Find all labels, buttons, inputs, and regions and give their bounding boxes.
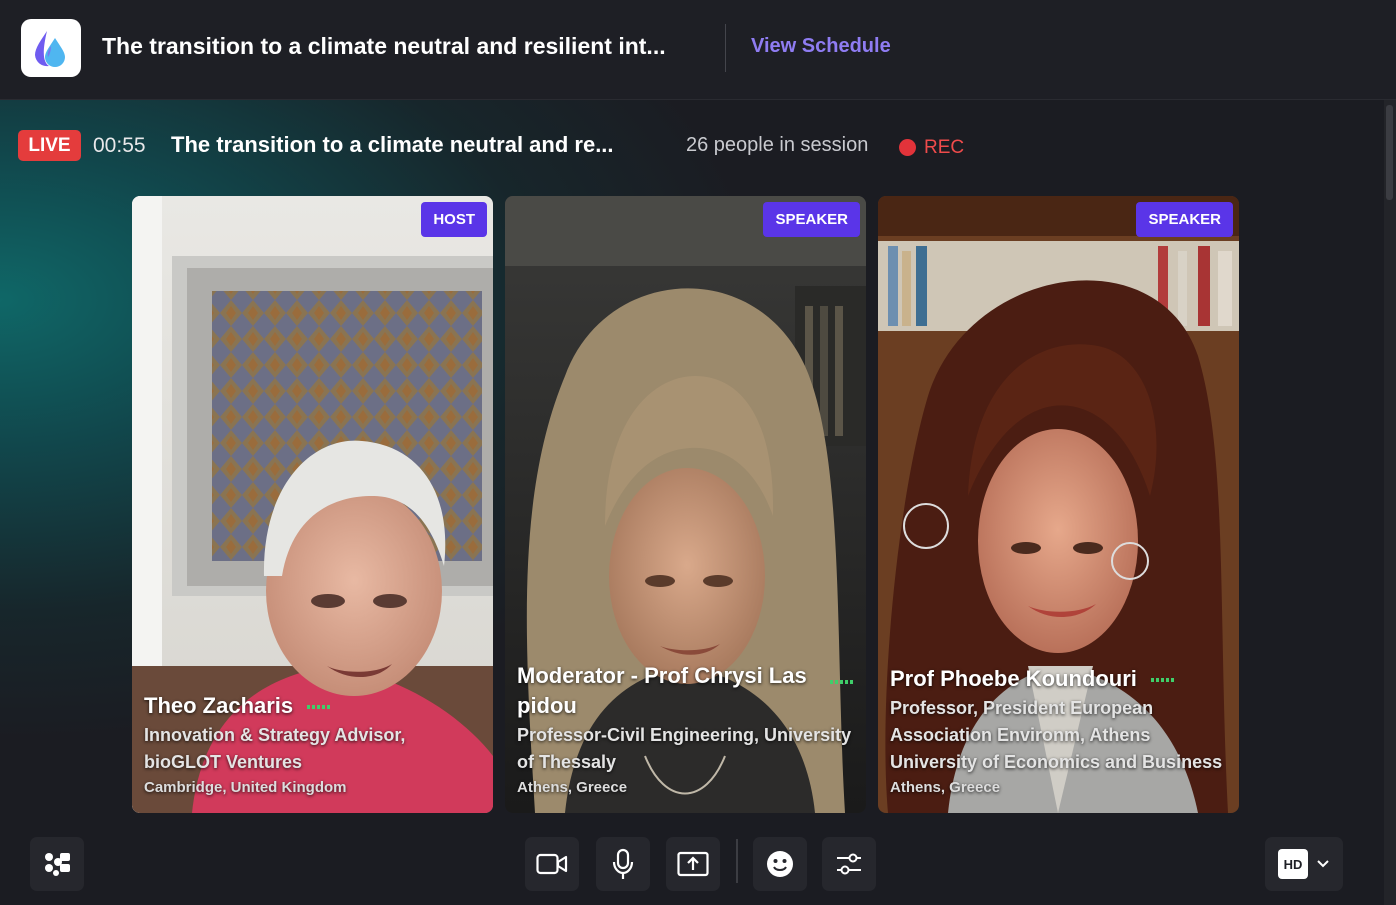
audio-level-icon: [830, 680, 853, 684]
live-badge: LIVE: [18, 130, 81, 161]
speaker-badge: SPEAKER: [763, 202, 860, 237]
scrollbar[interactable]: [1384, 100, 1396, 905]
video-tile-host[interactable]: HOST Theo Zacharis Innovation & Strategy…: [132, 196, 493, 813]
divider: [725, 24, 726, 72]
session-timer: 00:55: [93, 134, 146, 157]
participant-title: Professor, President European Associatio…: [890, 698, 1223, 772]
speaker-badge: SPEAKER: [1136, 202, 1233, 237]
people-count[interactable]: 26 people in session: [686, 134, 868, 157]
emoji-icon: [767, 851, 793, 877]
participant-name: Theo Zacharis: [144, 693, 294, 718]
participant-info: Moderator - Prof Chrysi Las pidou Profes…: [517, 661, 858, 799]
controls-divider: [736, 839, 738, 883]
host-badge: HOST: [421, 202, 487, 237]
audio-level-icon: [307, 705, 331, 710]
reactions-button[interactable]: [753, 837, 807, 891]
participant-title: Professor-Civil Engineering, University …: [517, 725, 852, 772]
event-title: The transition to a climate neutral and …: [102, 33, 666, 59]
quality-dropdown[interactable]: HD: [1265, 837, 1343, 891]
participant-name: Prof Phoebe Koundouri: [890, 666, 1137, 691]
participant-title: Innovation & Strategy Advisor, bioGLOT V…: [144, 725, 406, 772]
video-camera-icon: [536, 853, 568, 875]
share-screen-button[interactable]: [666, 837, 720, 891]
rec-label: REC: [924, 137, 965, 158]
participant-location: Cambridge, United Kingdom: [144, 779, 347, 796]
participant-name: Moderator - Prof Chrysi Las pidou: [517, 663, 807, 718]
quality-label: HD: [1278, 849, 1308, 879]
participant-info: Prof Phoebe Koundouri Professor, Preside…: [890, 664, 1231, 799]
microphone-icon: [612, 848, 634, 879]
layout-button[interactable]: [30, 837, 84, 891]
video-tile-speaker[interactable]: SPEAKER Prof Phoebe Koundouri Professor,…: [878, 196, 1239, 813]
participant-info: Theo Zacharis Innovation & Strategy Advi…: [144, 691, 485, 799]
session-title: The transition to a climate neutral and …: [171, 132, 614, 157]
microphone-button[interactable]: [596, 837, 650, 891]
app-logo[interactable]: [21, 19, 81, 77]
layout-icon: [45, 853, 70, 876]
chevron-down-icon: [1317, 860, 1329, 868]
record-dot-icon: [899, 139, 916, 156]
droplet-logo-icon: [35, 31, 65, 67]
participant-location: Athens, Greece: [517, 779, 628, 796]
settings-button[interactable]: [822, 837, 876, 891]
video-tile-speaker[interactable]: SPEAKER Moderator - Prof Chrysi Las pido…: [505, 196, 866, 813]
audio-level-icon: [1151, 678, 1175, 683]
camera-button[interactable]: [525, 837, 579, 891]
participant-location: Athens, Greece: [890, 779, 1001, 796]
top-bar: The transition to a climate neutral and …: [0, 0, 1396, 100]
share-screen-icon: [677, 851, 709, 877]
sliders-icon: [837, 853, 861, 875]
view-schedule-link[interactable]: View Schedule: [751, 35, 891, 58]
scrollbar-thumb[interactable]: [1386, 105, 1393, 200]
